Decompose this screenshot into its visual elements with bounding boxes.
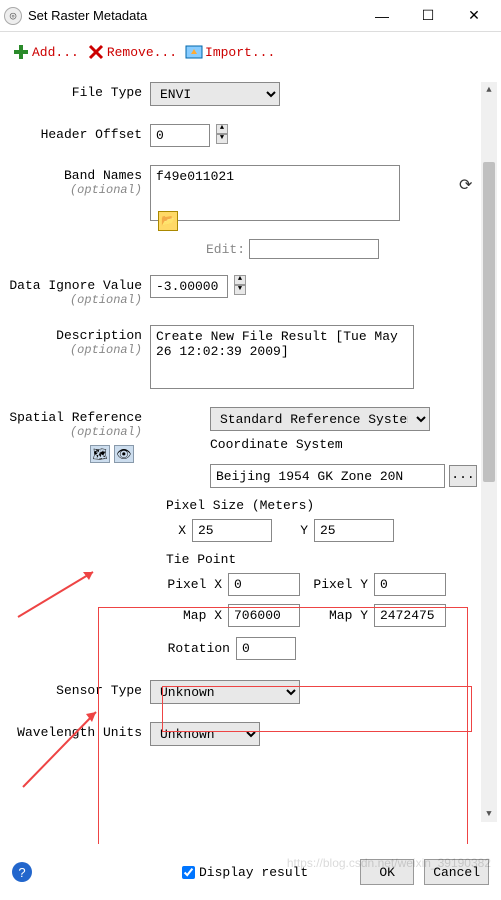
description-textarea[interactable]: Create New File Result [Tue May 26 12:02… [150,325,414,389]
coord-sys-label: Coordinate System [210,437,477,452]
rotation-label: Rotation [166,641,230,656]
spin-down-button[interactable]: ▼ [216,134,228,144]
map-browse-icon[interactable]: 🗺 [90,445,110,463]
window-title: Set Raster Metadata [28,8,359,23]
band-names-optional: (optional) [8,183,142,197]
data-ignore-spinner: ▲ ▼ [234,275,246,295]
file-type-row: File Type ENVI [8,82,477,106]
window-controls: — ☐ ✕ [359,1,497,31]
wavelength-row: Wavelength Units Unknown [8,722,477,746]
scroll-up-button[interactable]: ▲ [481,82,497,98]
pixel-size-y-input[interactable] [314,519,394,542]
display-result-check-input[interactable] [182,866,195,879]
form-scroll-area: File Type ENVI Header Offset ▲ ▼ Band Na… [8,82,477,830]
remove-icon [87,43,105,61]
coord-sys-input[interactable] [210,464,445,488]
spin-down-button[interactable]: ▼ [234,285,246,295]
data-ignore-input[interactable] [150,275,228,298]
minimize-button[interactable]: — [359,1,405,31]
sensor-type-select[interactable]: Unknown [150,680,300,704]
folder-open-icon[interactable]: 📂 [158,211,178,231]
import-label: Import... [205,45,275,60]
header-offset-input[interactable] [150,124,210,147]
add-label: Add... [32,45,79,60]
header-offset-spinner: ▲ ▼ [216,124,228,144]
maximize-button[interactable]: ☐ [405,1,451,31]
edit-input[interactable] [249,239,379,259]
map-x-label: Map X [166,608,222,623]
description-row: Description (optional) Create New File R… [8,325,477,389]
pixel-size-label: Pixel Size (Meters) [166,498,469,513]
import-icon [185,43,203,61]
map-y-label: Map Y [312,608,368,623]
header-offset-label: Header Offset [8,124,150,142]
import-button[interactable]: Import... [183,41,277,63]
band-names-row: Band Names (optional) f49e011021 ⟳ [8,165,477,221]
data-ignore-label: Data Ignore Value [8,278,142,293]
sensor-type-row: Sensor Type Unknown [8,680,477,704]
pixel-y-label: Y [288,523,308,538]
spin-up-button[interactable]: ▲ [234,275,246,285]
app-icon: ◎ [4,7,22,25]
pixel-tie-group: Pixel Size (Meters) X Y Tie Point Pixel … [158,492,477,674]
rotation-input[interactable] [236,637,296,660]
refresh-icon[interactable]: ⟳ [459,175,477,193]
annotation-arrow-2 [18,702,108,792]
map-x-input[interactable] [228,604,300,627]
title-bar: ◎ Set Raster Metadata — ☐ ✕ [0,0,501,32]
edit-label: Edit: [206,242,245,257]
close-button[interactable]: ✕ [451,1,497,31]
add-icon [12,43,30,61]
tie-pixel-x-label: Pixel X [166,577,222,592]
data-ignore-optional: (optional) [8,293,142,307]
pixel-size-x-input[interactable] [192,519,272,542]
file-type-select[interactable]: ENVI [150,82,280,106]
description-label: Description [8,328,142,343]
tie-point-label: Tie Point [166,552,469,567]
dialog-footer: ? Display result OK Cancel [0,844,501,900]
map-y-input[interactable] [374,604,446,627]
annotation-arrow-1 [13,562,103,622]
scroll-down-button[interactable]: ▼ [481,806,497,822]
remove-label: Remove... [107,45,177,60]
scroll-thumb[interactable] [483,162,495,482]
remove-button[interactable]: Remove... [85,41,179,63]
band-names-label: Band Names [8,168,142,183]
band-names-textarea[interactable]: f49e011021 [150,165,400,221]
content-area: File Type ENVI Header Offset ▲ ▼ Band Na… [0,72,501,830]
toolbar: Add... Remove... Import... [0,32,501,72]
wavelength-label: Wavelength Units [8,722,150,740]
file-type-label: File Type [8,82,150,100]
add-button[interactable]: Add... [10,41,81,63]
vertical-scrollbar[interactable]: ▲ ▼ [481,82,497,822]
spatial-ref-optional: (optional) [8,425,142,439]
spin-up-button[interactable]: ▲ [216,124,228,134]
sensor-type-label: Sensor Type [8,680,150,698]
spatial-ref-label: Spatial Reference [8,410,142,425]
tie-pixel-y-input[interactable] [374,573,446,596]
help-icon[interactable]: ? [12,862,32,882]
spatial-ref-row: Spatial Reference (optional) 🗺 👁 Standar… [8,407,477,488]
pixel-x-label: X [166,523,186,538]
spatial-ref-mode-select[interactable]: Standard Reference System [210,407,430,431]
tie-pixel-y-label: Pixel Y [312,577,368,592]
data-ignore-row: Data Ignore Value (optional) ▲ ▼ [8,275,477,307]
description-optional: (optional) [8,343,142,357]
tie-pixel-x-input[interactable] [228,573,300,596]
view-icon[interactable]: 👁 [114,445,134,463]
watermark: https://blog.csdn.net/weixin_39190382 [287,856,491,870]
wavelength-select[interactable]: Unknown [150,722,260,746]
header-offset-row: Header Offset ▲ ▼ [8,124,477,147]
coord-sys-browse-button[interactable]: ... [449,465,477,487]
